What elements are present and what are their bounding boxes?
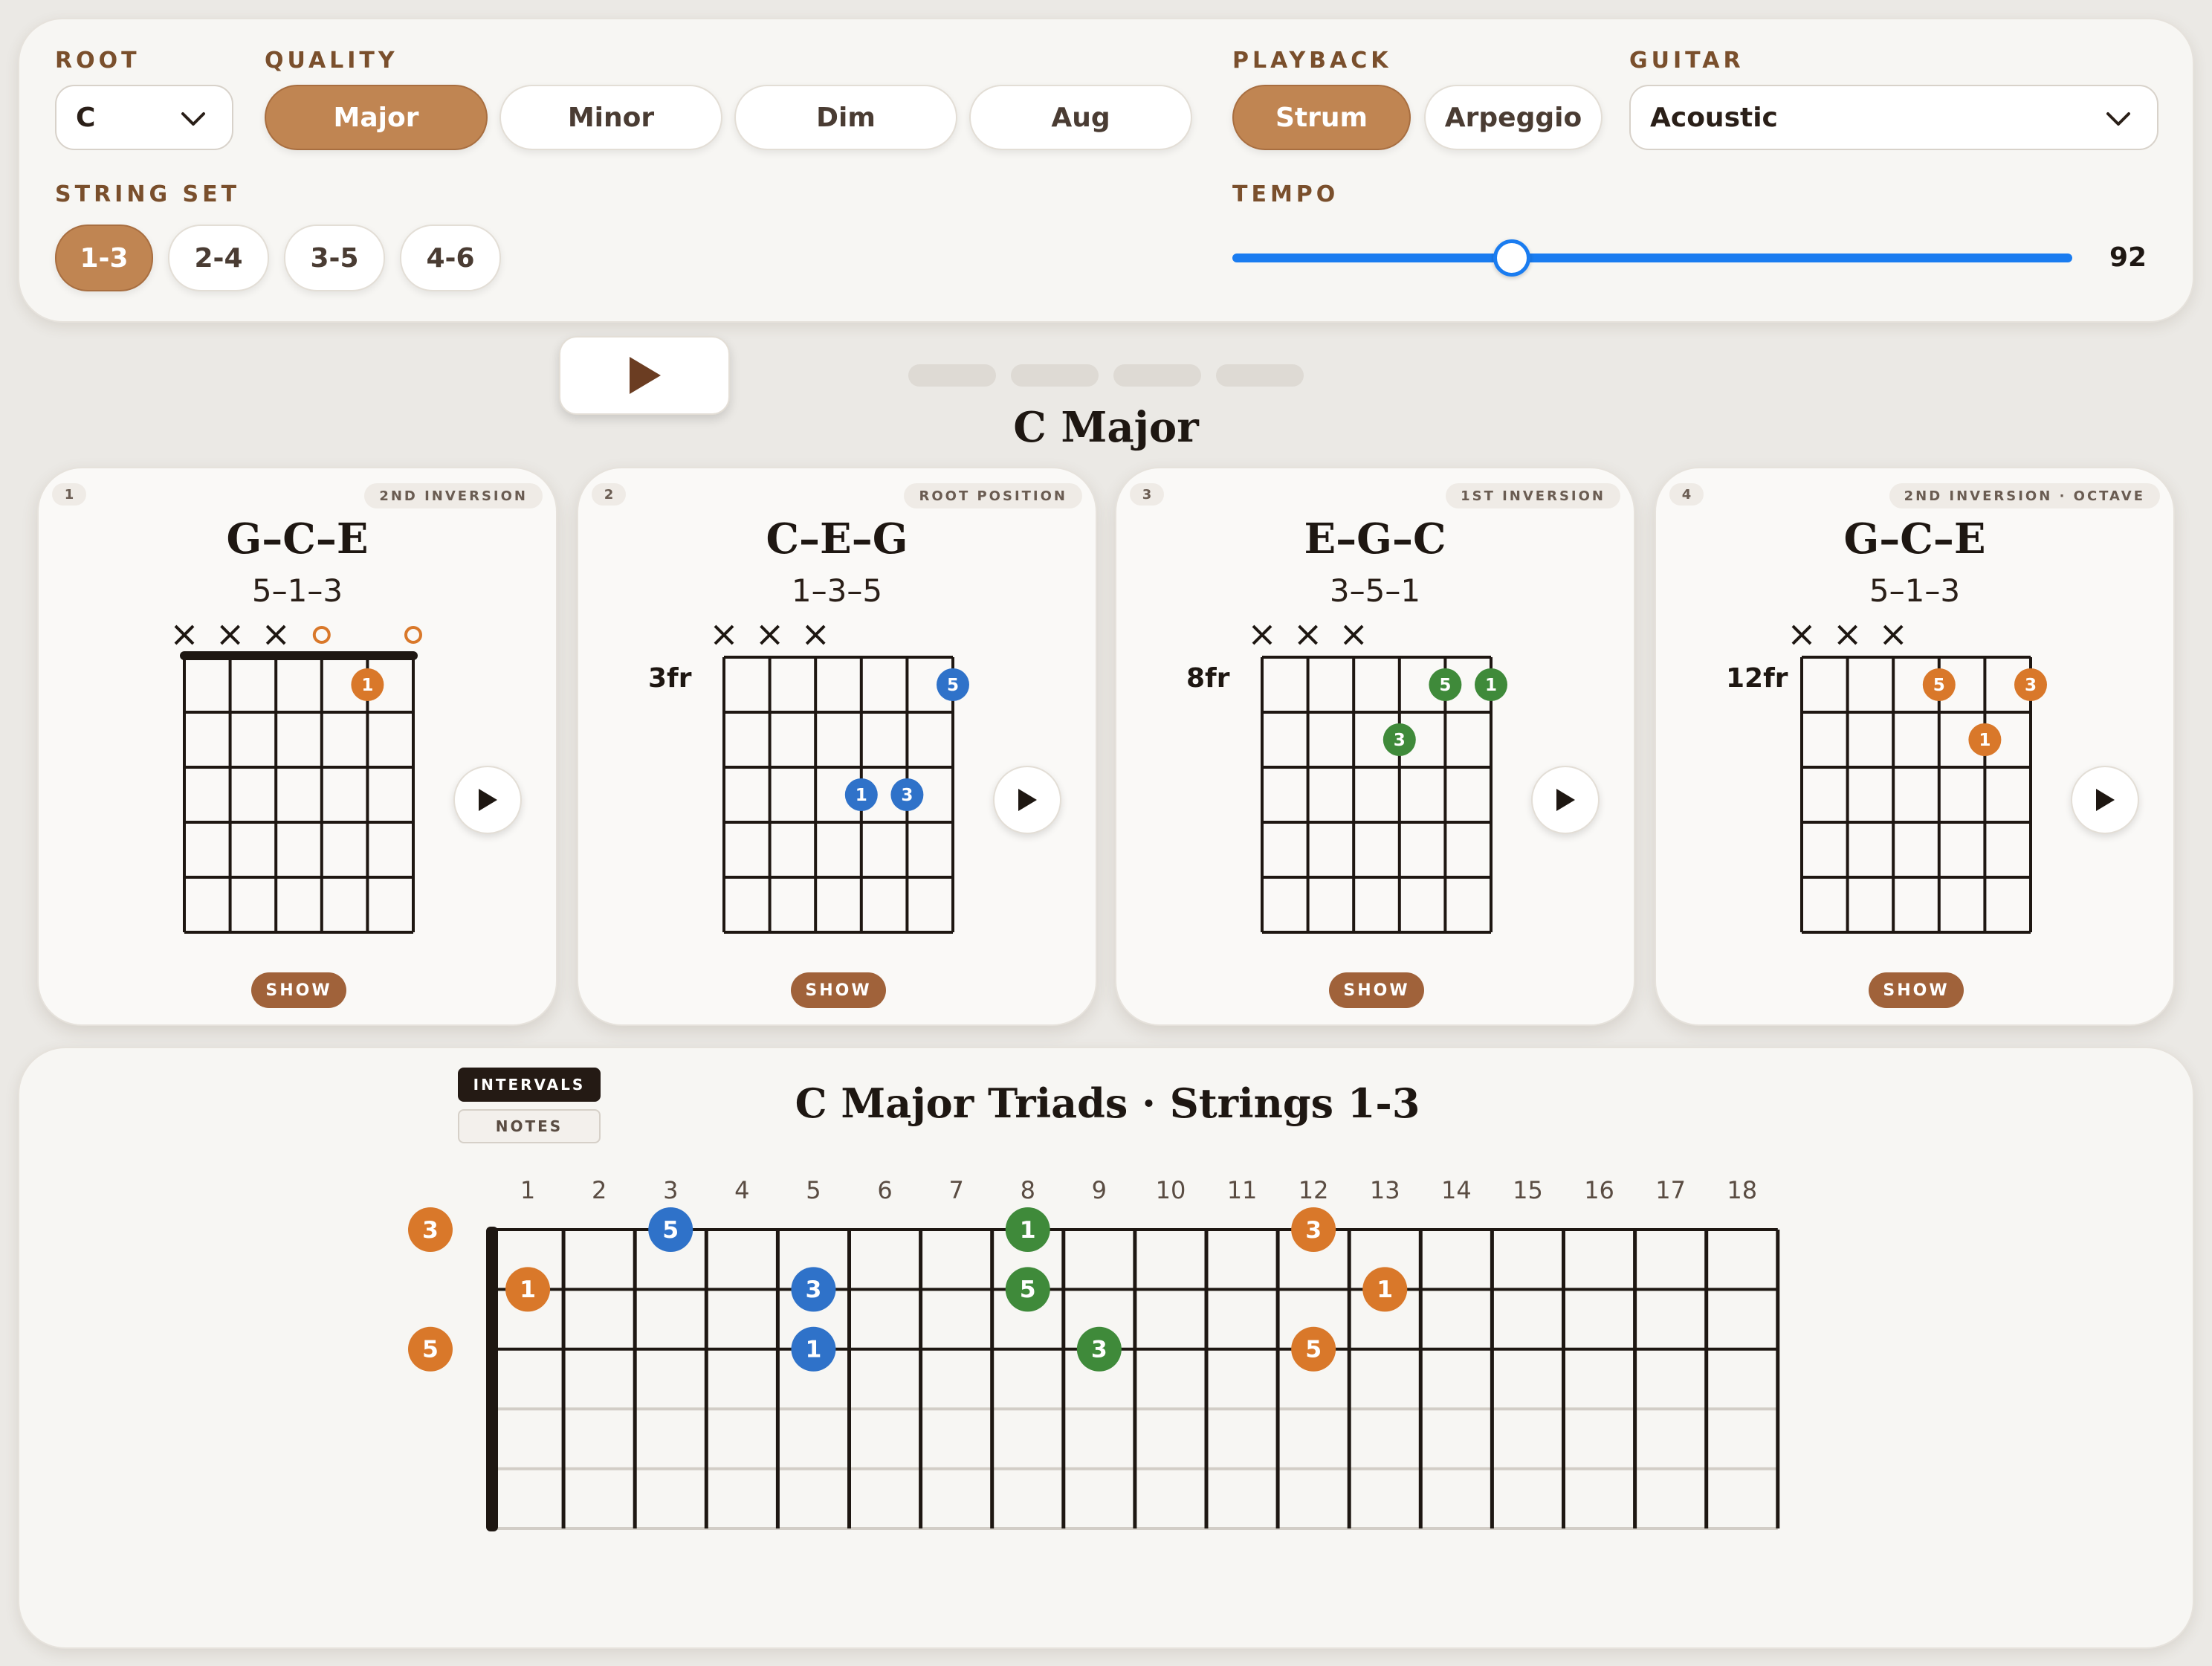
svg-text:5: 5 [1020, 1276, 1036, 1303]
fretboard-diagram: 1 2 3 4 5 6 7 8 9 10 11 12 13 14 15 16 17 18355 1 31 3 5 11 3 5 [408, 1176, 1780, 1531]
fret-number: 3 [663, 1176, 678, 1204]
fret-number: 15 [1513, 1176, 1543, 1204]
note-dot: 1 [1362, 1267, 1408, 1312]
fret-number: 1 [520, 1176, 535, 1204]
fret-number: 14 [1441, 1176, 1472, 1204]
fret-number: 17 [1655, 1176, 1686, 1204]
fret-number: 13 [1370, 1176, 1400, 1204]
note-dot: 3 [791, 1267, 836, 1312]
fret-number: 18 [1727, 1176, 1757, 1204]
fret-number: 7 [948, 1176, 963, 1204]
svg-text:1: 1 [1377, 1276, 1393, 1303]
open-note-dot: 3 [408, 1207, 453, 1252]
fret-number: 2 [592, 1176, 607, 1204]
svg-text:1: 1 [1020, 1217, 1036, 1244]
note-dot: 5 [648, 1207, 693, 1252]
fret-number: 8 [1021, 1176, 1035, 1204]
fret-number: 4 [734, 1176, 749, 1204]
fret-number: 16 [1584, 1176, 1614, 1204]
svg-text:5: 5 [1305, 1337, 1322, 1363]
note-dot: 1 [1005, 1207, 1050, 1252]
svg-text:1: 1 [520, 1276, 536, 1303]
svg-text:3: 3 [805, 1276, 821, 1303]
svg-text:3: 3 [422, 1217, 439, 1244]
svg-text:3: 3 [1091, 1337, 1107, 1363]
fret-number: 9 [1092, 1176, 1107, 1204]
svg-text:5: 5 [662, 1217, 679, 1244]
svg-text:3: 3 [1305, 1217, 1322, 1244]
note-dot: 5 [1291, 1326, 1336, 1372]
note-dot: 3 [1076, 1326, 1122, 1372]
fret-number: 12 [1299, 1176, 1329, 1204]
fret-number: 11 [1227, 1176, 1258, 1204]
svg-text:5: 5 [422, 1337, 439, 1363]
open-note-dot: 5 [408, 1326, 453, 1372]
note-dot: 3 [1291, 1207, 1336, 1252]
fretboard-nut [486, 1227, 498, 1531]
note-dot: 1 [505, 1267, 551, 1312]
note-dot: 1 [791, 1326, 836, 1372]
note-dot: 5 [1005, 1267, 1050, 1312]
fret-number: 10 [1156, 1176, 1186, 1204]
svg-text:1: 1 [805, 1337, 821, 1363]
fret-number: 6 [877, 1176, 892, 1204]
fret-number: 5 [806, 1176, 821, 1204]
